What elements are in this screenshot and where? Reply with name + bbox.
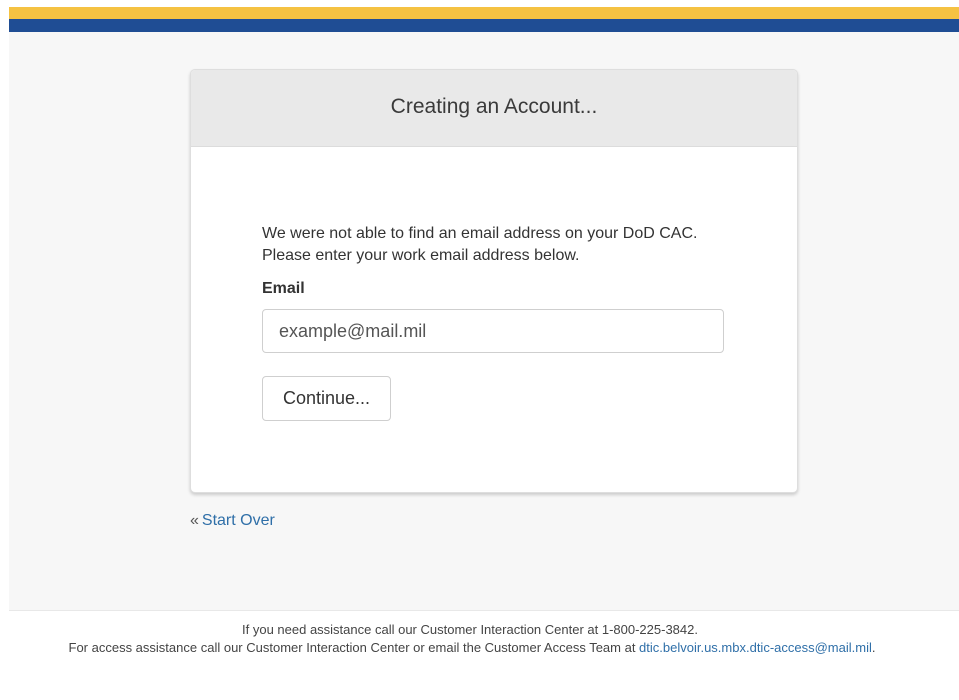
back-arrow-icon: « [190, 512, 199, 529]
top-color-band [9, 7, 959, 32]
create-account-card: Creating an Account... We were not able … [190, 69, 798, 493]
footer-access-suffix: . [871, 640, 876, 655]
footer: If you need assistance call our Customer… [9, 610, 959, 700]
top-band-blue [9, 19, 959, 32]
start-over-link[interactable]: Start Over [202, 512, 275, 529]
card-header: Creating an Account... [191, 70, 797, 147]
continue-button[interactable]: Continue... [262, 376, 391, 421]
email-field[interactable] [262, 309, 724, 353]
card-title: Creating an Account... [390, 94, 598, 118]
top-band-gold [9, 7, 959, 19]
info-message: We were not able to find an email addres… [262, 225, 698, 264]
email-label: Email [262, 280, 305, 297]
start-over-nav: «Start Over [190, 512, 275, 530]
page: Creating an Account... We were not able … [0, 0, 959, 700]
footer-access-text: For access assistance call our Customer … [0, 640, 947, 655]
footer-email-link[interactable]: dtic.belvoir.us.mbx.dtic-access@mail.mil [639, 640, 872, 655]
footer-access-prefix: For access assistance call our Customer … [68, 640, 640, 655]
footer-assistance-text: If you need assistance call our Customer… [242, 622, 698, 637]
